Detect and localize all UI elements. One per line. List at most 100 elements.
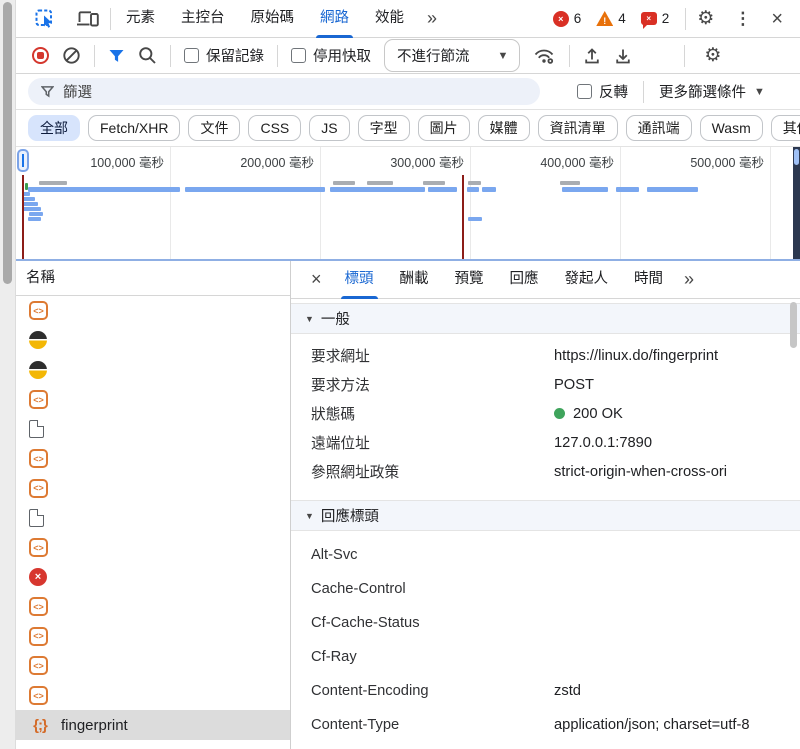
overview-right-handle[interactable]	[793, 147, 800, 259]
filter-row: 篩選 反轉 更多篩選條件 ▼	[16, 74, 800, 110]
filter-chip-image[interactable]: 圖片	[418, 115, 470, 141]
details-scrollbar-thumb[interactable]	[790, 302, 797, 348]
request-row[interactable]	[16, 562, 290, 592]
export-har-icon[interactable]	[614, 47, 632, 65]
disable-cache-checkbox[interactable]: 停用快取	[291, 45, 371, 66]
request-row[interactable]	[16, 444, 290, 474]
request-row[interactable]	[16, 355, 290, 385]
request-row[interactable]	[16, 651, 290, 681]
request-row[interactable]	[16, 681, 290, 711]
network-conditions-icon[interactable]	[533, 47, 556, 65]
main-tab-sources[interactable]: 原始碼	[238, 0, 308, 38]
overview-bar-blue[interactable]	[616, 187, 639, 192]
close-devtools-icon[interactable]: ×	[762, 0, 792, 38]
overview-bar-blue[interactable]	[23, 207, 41, 211]
request-row[interactable]	[16, 474, 290, 504]
details-tab-payload[interactable]: 酬載	[387, 261, 442, 299]
section-header[interactable]: ▼回應標頭	[291, 500, 800, 531]
overview-bar-blue[interactable]	[428, 187, 457, 192]
overview-bar-blue[interactable]	[23, 197, 35, 201]
more-filters-dropdown[interactable]: 更多篩選條件 ▼	[659, 81, 765, 102]
filter-chip-document[interactable]: 文件	[188, 115, 240, 141]
filter-chip-js[interactable]: JS	[309, 115, 349, 141]
name-column-header[interactable]: 名稱	[16, 261, 290, 296]
page-scrollbar[interactable]	[0, 0, 16, 749]
more-details-tabs-icon[interactable]: »	[676, 269, 702, 290]
request-row[interactable]	[16, 592, 290, 622]
error-badge[interactable]: 6	[553, 11, 582, 27]
request-row[interactable]: fingerprint	[16, 710, 290, 740]
details-tab-headers[interactable]: 標頭	[332, 261, 387, 299]
section-header[interactable]: ▼一般	[291, 303, 800, 334]
header-row: 狀態碼200 OK	[291, 399, 800, 428]
filter-chip-manifest[interactable]: 資訊清單	[538, 115, 618, 141]
checkbox-icon[interactable]	[577, 84, 592, 99]
network-settings-gear-icon[interactable]: ⚙	[698, 46, 727, 65]
inspect-element-icon[interactable]	[26, 0, 65, 38]
filter-chip-fetch-xhr[interactable]: Fetch/XHR	[88, 115, 180, 141]
request-row[interactable]	[16, 326, 290, 356]
filter-chip-css[interactable]: CSS	[248, 115, 301, 141]
request-row[interactable]	[16, 385, 290, 415]
kebab-menu-icon[interactable]: ⋮	[725, 0, 760, 38]
error-count: 6	[574, 11, 582, 26]
device-toolbar-icon[interactable]	[67, 0, 108, 38]
main-tab-console[interactable]: 主控台	[168, 0, 238, 38]
overview-bar-blue[interactable]	[28, 187, 180, 192]
header-value: zstd	[554, 681, 767, 702]
section-title: 一般	[321, 308, 350, 329]
settings-gear-icon[interactable]: ⚙	[688, 0, 723, 38]
warning-icon	[596, 11, 613, 26]
preserve-log-checkbox[interactable]: 保留記錄	[184, 45, 264, 66]
overview-bar-blue[interactable]	[185, 187, 325, 192]
scrollbar-thumb[interactable]	[3, 2, 12, 284]
details-tab-initiator[interactable]: 發起人	[552, 261, 622, 299]
import-har-icon[interactable]	[583, 47, 601, 65]
filter-input[interactable]: 篩選	[28, 78, 540, 105]
throttling-select[interactable]: 不進行節流 ▼	[384, 39, 520, 72]
more-tabs-icon[interactable]: »	[419, 8, 445, 29]
overview-bar-blue[interactable]	[467, 187, 479, 192]
issues-badge[interactable]: 2	[641, 11, 670, 26]
main-tab-elements[interactable]: 元素	[113, 0, 168, 38]
filter-chip-other[interactable]: 其他	[771, 115, 800, 141]
warning-badge[interactable]: 4	[596, 11, 626, 26]
clear-network-log-icon[interactable]	[62, 46, 81, 65]
filter-chip-font[interactable]: 字型	[358, 115, 410, 141]
details-tab-response[interactable]: 回應	[497, 261, 552, 299]
request-row[interactable]	[16, 622, 290, 652]
overview-bar-blue[interactable]	[482, 187, 496, 192]
main-tab-network[interactable]: 網路	[307, 0, 362, 38]
overview-bar-blue[interactable]	[330, 187, 425, 192]
overview-left-handle[interactable]	[17, 149, 29, 172]
status-badges: 6 4 2	[553, 11, 670, 27]
overview-bar-blue[interactable]	[468, 217, 482, 221]
request-row[interactable]	[16, 296, 290, 326]
close-details-icon[interactable]: ×	[301, 269, 332, 290]
checkbox-icon[interactable]	[184, 48, 199, 63]
invert-filter-checkbox[interactable]: 反轉	[577, 81, 628, 102]
header-row: 遠端位址127.0.0.1:7890	[291, 428, 800, 457]
filter-toggle-icon[interactable]	[108, 48, 125, 64]
main-tab-performance[interactable]: 效能	[362, 0, 417, 38]
request-row[interactable]	[16, 533, 290, 563]
filter-chip-wasm[interactable]: Wasm	[700, 115, 763, 141]
overview-bar-blue[interactable]	[23, 202, 38, 206]
overview-bar-blue[interactable]	[562, 187, 608, 192]
request-row[interactable]	[16, 414, 290, 444]
record-network-log-button[interactable]	[32, 47, 49, 64]
filter-chip-media[interactable]: 媒體	[478, 115, 530, 141]
search-icon[interactable]	[138, 46, 157, 65]
details-tab-timing[interactable]: 時間	[621, 261, 676, 299]
request-type-chips: 全部 Fetch/XHR 文件 CSS JS 字型圖片媒體資訊清單通訊端 Wasm 其他	[16, 110, 800, 147]
network-overview-timeline[interactable]: 100,000 毫秒200,000 毫秒300,000 毫秒400,000 毫秒…	[16, 147, 800, 261]
overview-bar-blue[interactable]	[647, 187, 698, 192]
overview-bar-blue[interactable]	[29, 212, 43, 216]
details-tab-preview[interactable]: 預覽	[442, 261, 497, 299]
checkbox-icon[interactable]	[291, 48, 306, 63]
request-row[interactable]	[16, 503, 290, 533]
filter-chip-websocket[interactable]: 通訊端	[626, 115, 692, 141]
overview-bar-gray	[560, 181, 580, 185]
overview-bar-blue[interactable]	[28, 217, 41, 221]
filter-chip-all[interactable]: 全部	[28, 115, 80, 141]
